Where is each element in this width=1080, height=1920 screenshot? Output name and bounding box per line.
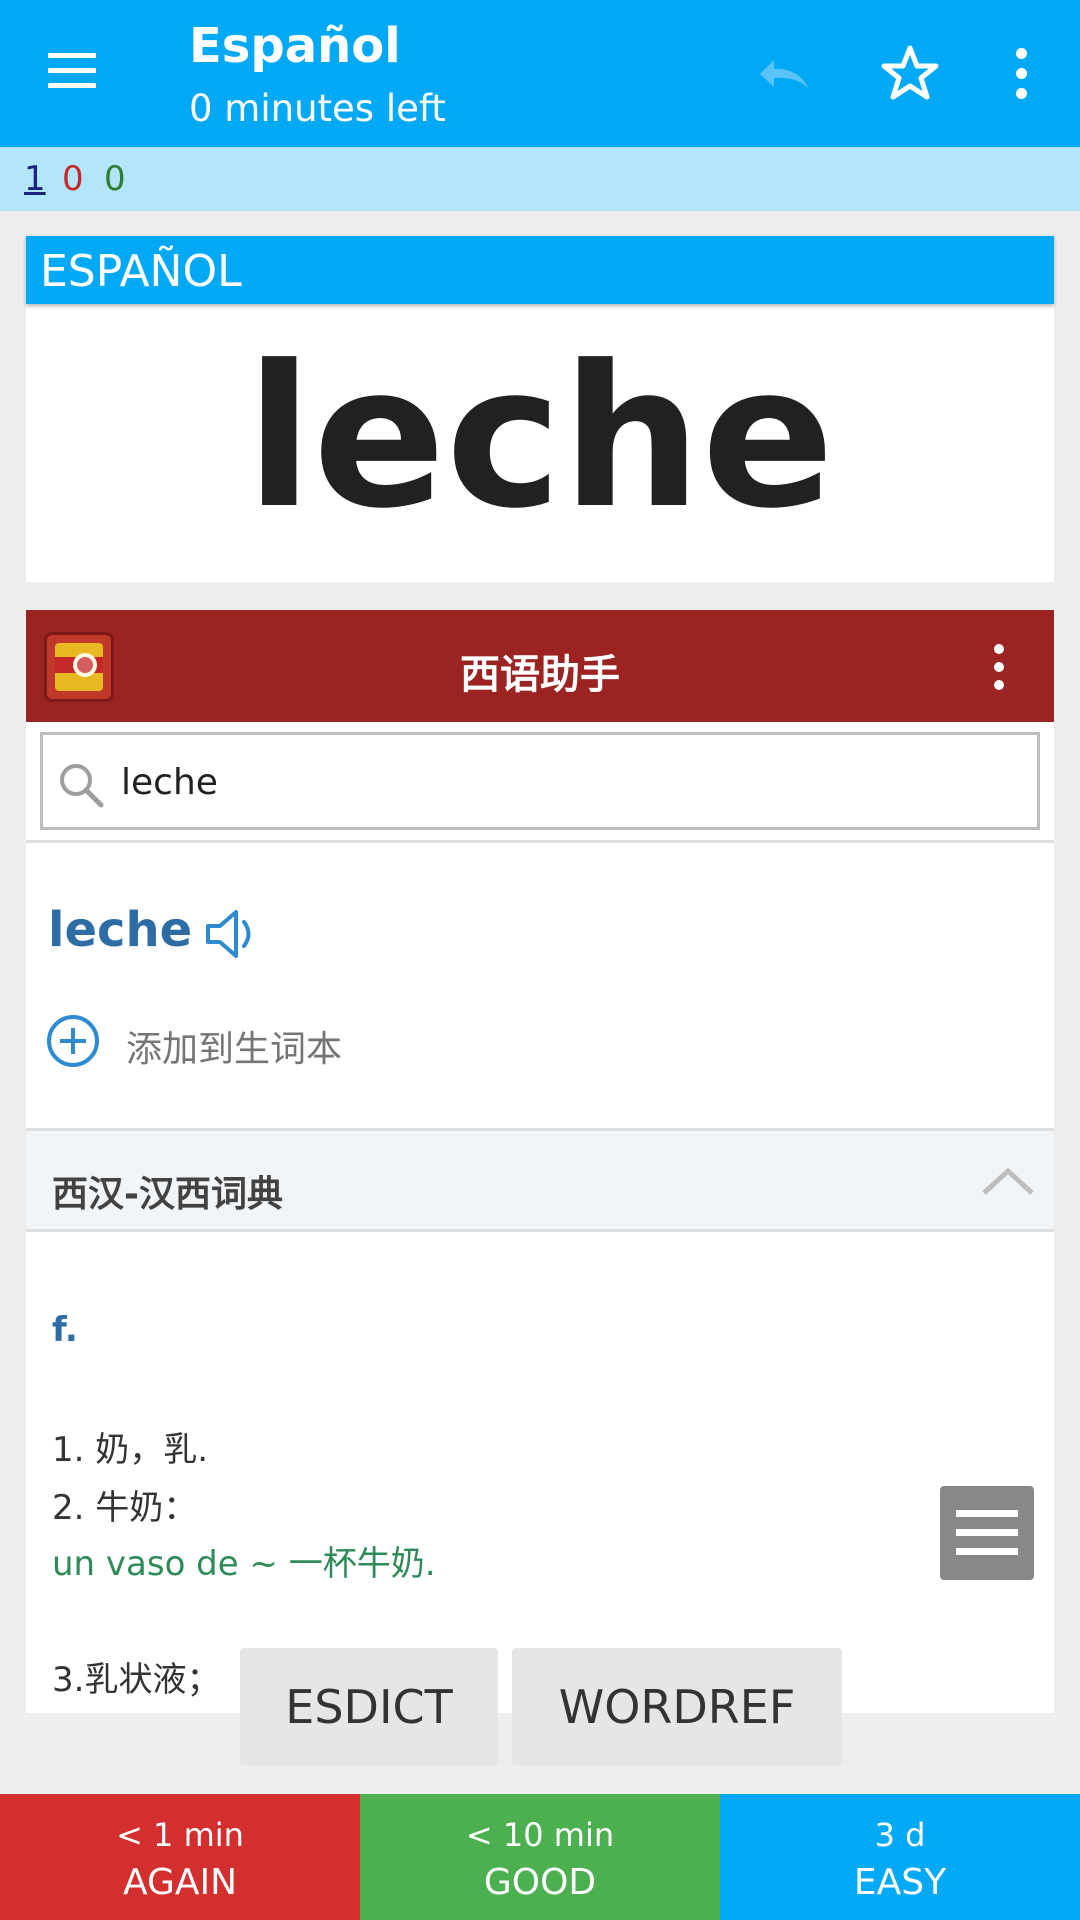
card-divider <box>26 582 1054 610</box>
add-to-wordbook-link[interactable]: 添加到生词本 <box>126 1020 342 1072</box>
definition-line: 2. 牛奶： <box>52 1488 198 1528</box>
part-of-speech: f. <box>52 1310 78 1350</box>
chevron-up-icon[interactable] <box>980 1163 1036 1199</box>
undo-icon[interactable] <box>752 48 816 98</box>
time-left-text: 0 minutes left <box>189 87 446 130</box>
search-icon <box>60 764 104 808</box>
deck-title: Español <box>189 18 401 74</box>
example-sentence: un vaso de ~ 一杯牛奶. <box>52 1544 436 1584</box>
star-icon[interactable] <box>880 44 940 104</box>
speaker-icon[interactable] <box>204 908 254 960</box>
easy-label: EASY <box>853 1862 947 1903</box>
more-vert-icon[interactable] <box>1004 48 1040 100</box>
review-count: 0 <box>104 159 126 199</box>
dictionary-toolbar: 西语助手 <box>26 610 1054 722</box>
new-count: 1 <box>24 159 46 199</box>
good-interval: < 10 min <box>465 1816 615 1854</box>
again-interval: < 1 min <box>116 1816 244 1854</box>
good-label: GOOD <box>483 1862 597 1903</box>
deck-label: ESPAÑOL <box>26 236 1054 304</box>
easy-interval: 3 d <box>874 1816 926 1854</box>
good-button[interactable]: < 10 min GOOD <box>360 1794 720 1920</box>
wordref-button[interactable]: WORDREF <box>512 1648 842 1766</box>
floating-menu-button[interactable] <box>940 1486 1034 1580</box>
esdict-button[interactable]: ESDICT <box>240 1648 498 1766</box>
search-input[interactable] <box>121 757 1001 807</box>
menu-icon[interactable] <box>44 47 100 97</box>
dictionary-more-icon[interactable] <box>988 644 1012 692</box>
add-circle-icon[interactable] <box>46 1014 100 1068</box>
dictionary-search-box <box>40 732 1040 830</box>
dictionary-app-title: 西语助手 <box>460 652 620 698</box>
again-label: AGAIN <box>122 1862 238 1903</box>
definition-line: 1. 奶，乳. <box>52 1430 209 1470</box>
card-counts-bar: 1 0 0 <box>0 147 1080 211</box>
easy-button[interactable]: 3 d EASY <box>720 1794 1080 1920</box>
learning-count: 0 <box>62 159 84 199</box>
entry-headword: leche <box>48 902 193 958</box>
again-button[interactable]: < 1 min AGAIN <box>0 1794 360 1920</box>
front-word: leche <box>245 324 835 552</box>
app-bar: Español 0 minutes left <box>0 0 1080 147</box>
dictionary-section-header[interactable]: 西汉-汉西词典 <box>26 1128 1054 1232</box>
definition-line: 3.乳状液； <box>52 1660 221 1700</box>
section-title: 西汉-汉西词典 <box>52 1174 283 1215</box>
flashcard: ESPAÑOL leche 西语助手 leche 添加到生词本 西汉-汉西词典 <box>26 236 1054 1713</box>
divider <box>26 840 1054 843</box>
